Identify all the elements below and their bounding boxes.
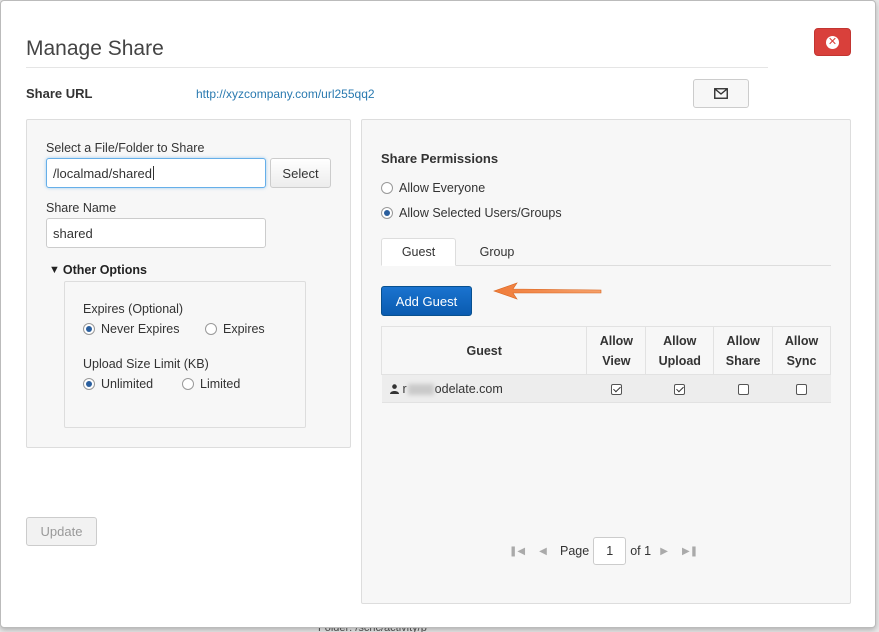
- radio-icon: [83, 323, 95, 335]
- column-header-sync-line1: Allow: [784, 333, 819, 348]
- radio-icon: [381, 207, 393, 219]
- other-options-toggle[interactable]: ▼ Other Options: [49, 263, 147, 277]
- guest-email-end: odelate.com: [434, 381, 503, 396]
- upload-limit-label: Upload Size Limit (KB): [83, 357, 209, 371]
- never-expires-label: Never Expires: [101, 322, 180, 336]
- first-page-icon[interactable]: ❚◀: [504, 546, 530, 557]
- allow-sync-checkbox[interactable]: [796, 383, 808, 395]
- allow-upload-checkbox[interactable]: [674, 383, 686, 395]
- column-header-upload-line2: Upload: [658, 353, 701, 368]
- tab-group[interactable]: Group: [459, 238, 535, 266]
- expires-option-label: Expires: [223, 322, 265, 336]
- unlimited-radio[interactable]: Unlimited: [83, 377, 153, 391]
- column-header-view: Allow View: [586, 326, 647, 375]
- allow-view-checkbox[interactable]: [610, 383, 622, 395]
- table-row: r odelate.com: [381, 374, 831, 403]
- unlimited-label: Unlimited: [101, 377, 154, 391]
- last-page-icon[interactable]: ▶❚: [677, 546, 703, 557]
- allow-everyone-radio[interactable]: Allow Everyone: [381, 181, 485, 195]
- radio-icon: [182, 378, 194, 390]
- share-name-input[interactable]: shared: [46, 218, 266, 248]
- view-checkbox-cell: [586, 374, 646, 403]
- envelope-icon: [714, 88, 728, 99]
- share-url-label: Share URL: [26, 86, 93, 101]
- expires-radio[interactable]: Expires: [205, 322, 265, 336]
- share-name-label: Share Name: [46, 201, 117, 215]
- update-button[interactable]: Update: [26, 517, 97, 546]
- never-expires-radio[interactable]: Never Expires: [83, 322, 180, 336]
- share-url-link[interactable]: http://xyzcompany.com/url255qq2: [196, 87, 375, 101]
- times-circle-icon: ✕: [826, 35, 839, 49]
- page-count-label: of 1: [630, 544, 652, 558]
- radio-icon: [83, 378, 95, 390]
- expires-label: Expires (Optional): [83, 302, 184, 316]
- redacted-text: [407, 383, 434, 395]
- column-header-sync: Allow Sync: [772, 326, 831, 375]
- share-name-value: shared: [53, 225, 93, 241]
- page-label: Page: [560, 544, 590, 558]
- sync-checkbox-cell: [772, 374, 831, 403]
- other-options-label: Other Options: [62, 263, 147, 277]
- add-guest-button[interactable]: Add Guest: [381, 286, 472, 316]
- allow-selected-label: Allow Selected Users/Groups: [399, 206, 562, 220]
- select-button[interactable]: Select: [270, 158, 331, 188]
- allow-selected-radio[interactable]: Allow Selected Users/Groups: [381, 206, 562, 220]
- column-header-share-line1: Allow: [726, 333, 760, 348]
- next-page-icon[interactable]: ▶: [651, 546, 677, 557]
- guest-permissions-table: Guest Allow View Allow Upload Allow Share A…: [380, 326, 831, 403]
- email-share-button[interactable]: [693, 79, 749, 108]
- previous-page-icon[interactable]: ◀: [530, 546, 556, 557]
- guest-email-start: r: [402, 381, 407, 396]
- share-checkbox-cell: [713, 374, 773, 403]
- column-header-upload: Allow Upload: [645, 326, 715, 375]
- radio-icon: [381, 182, 393, 194]
- column-header-share: Allow Share: [713, 326, 774, 375]
- share-permissions-title: Share Permissions: [381, 151, 499, 166]
- manage-share-dialog: Manage Share ✕ Share URL http://xyzcompa…: [0, 0, 876, 628]
- column-header-guest: Guest: [380, 326, 588, 375]
- title-divider: [26, 67, 768, 68]
- column-header-sync-line2: Sync: [786, 353, 817, 368]
- limited-label: Limited: [200, 377, 241, 391]
- file-folder-label: Select a File/Folder to Share: [46, 141, 205, 155]
- column-header-view-line1: Allow: [599, 333, 634, 348]
- column-header-view-line2: View: [602, 353, 631, 368]
- guest-cell: r odelate.com: [381, 374, 587, 403]
- text-cursor: [153, 166, 154, 180]
- file-folder-value: /localmad/shared: [53, 165, 152, 181]
- limited-radio[interactable]: Limited: [182, 377, 240, 391]
- dialog-title: Manage Share: [26, 37, 164, 60]
- page-number-input[interactable]: 1: [593, 537, 627, 565]
- user-icon: [389, 384, 399, 395]
- allow-everyone-label: Allow Everyone: [399, 181, 486, 195]
- tab-guest[interactable]: Guest: [381, 238, 456, 266]
- column-header-share-line2: Share: [725, 353, 761, 368]
- allow-share-checkbox[interactable]: [737, 383, 749, 395]
- upload-checkbox-cell: [645, 374, 714, 403]
- close-button[interactable]: ✕: [814, 28, 851, 56]
- file-folder-input[interactable]: /localmad/shared: [46, 158, 266, 188]
- radio-icon: [205, 323, 217, 335]
- page-number-value: 1: [606, 544, 614, 558]
- column-header-upload-line1: Allow: [663, 333, 697, 348]
- caret-down-icon: ▼: [49, 264, 60, 276]
- pagination: ❚◀ ◀ Page 1 of 1 ▶ ▶❚: [504, 537, 703, 565]
- arrow-left-icon: [493, 282, 602, 300]
